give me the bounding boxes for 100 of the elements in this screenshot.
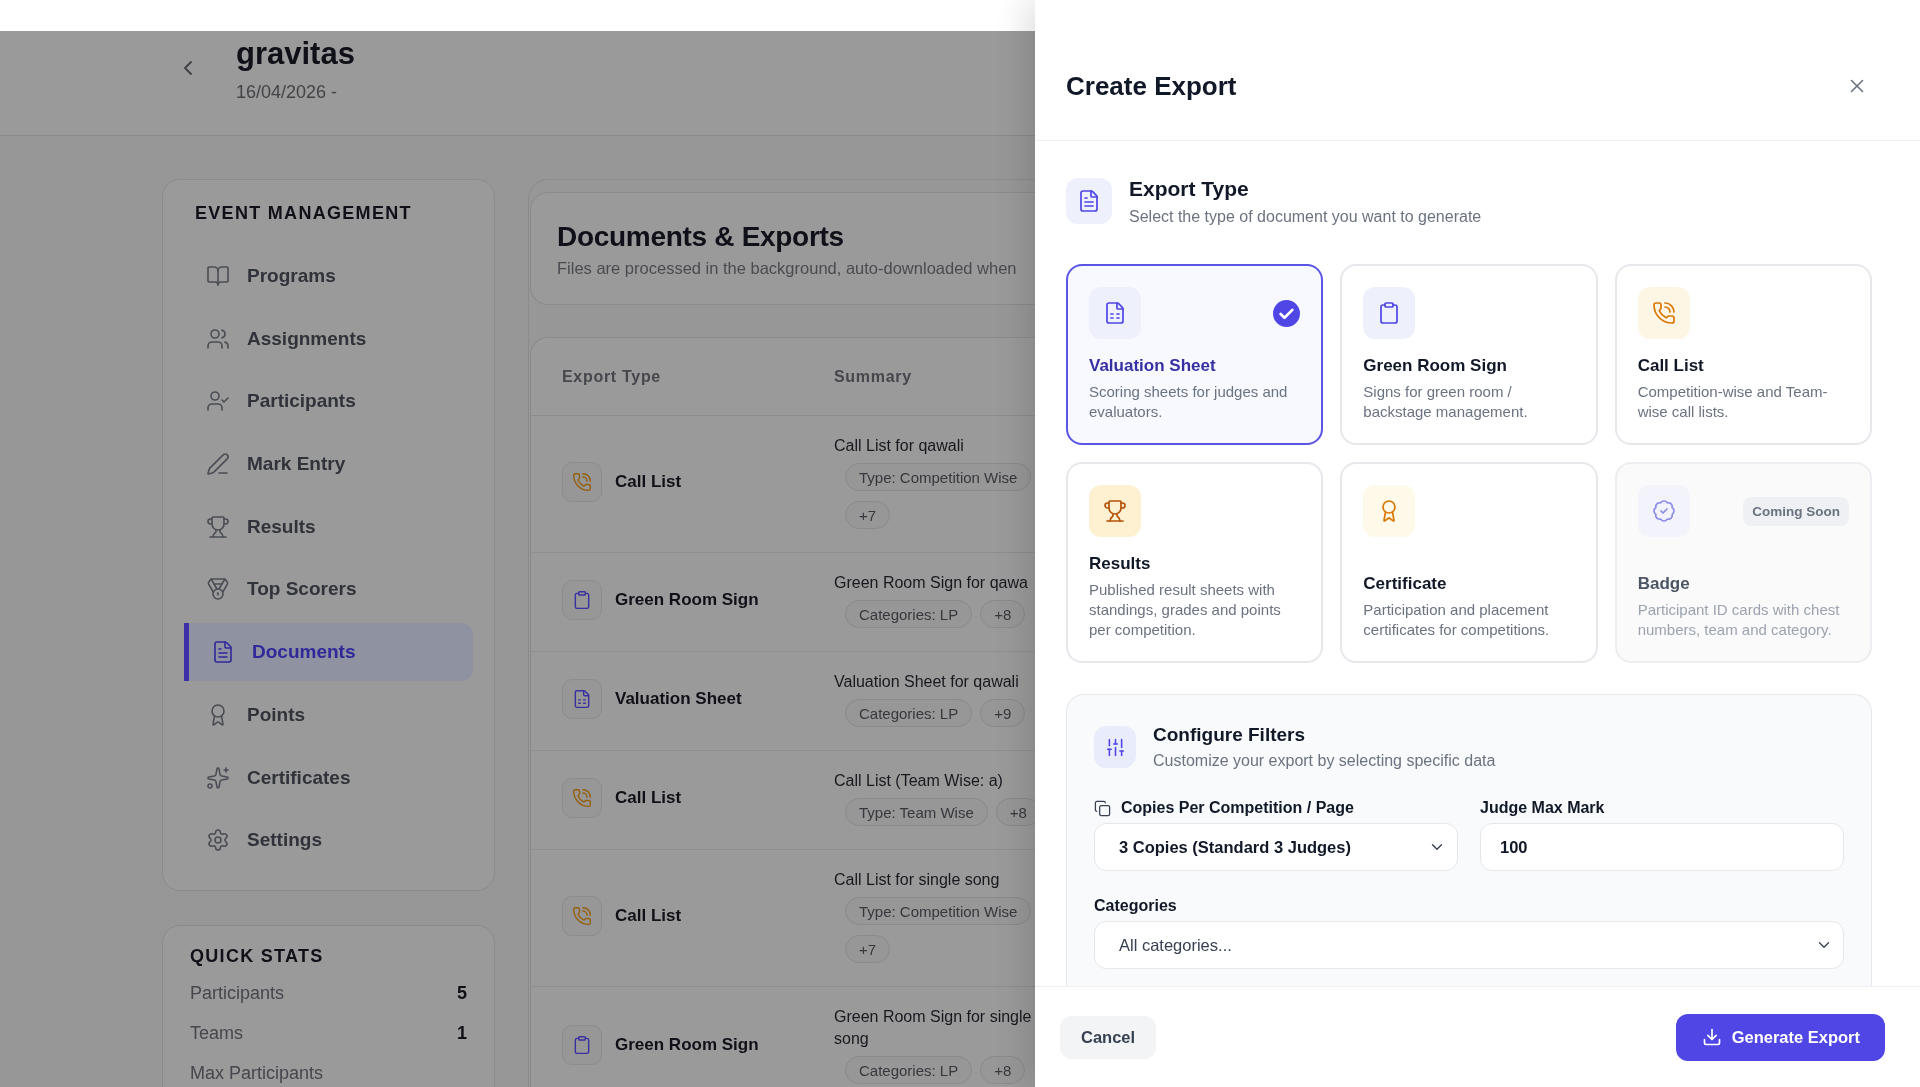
max-mark-input[interactable]: 100 bbox=[1480, 823, 1844, 871]
trophy-icon bbox=[206, 514, 230, 539]
spreadsheet-icon bbox=[1089, 287, 1141, 339]
settings-icon bbox=[206, 828, 230, 853]
copy-icon bbox=[1094, 799, 1111, 817]
quick-stats-heading: QUICK STATS bbox=[190, 944, 325, 967]
export-option-card[interactable]: Call List Competition-wise and Team-wise call lists. bbox=[1614, 264, 1872, 445]
export-type-name: Call List bbox=[615, 472, 682, 492]
phone-icon bbox=[562, 462, 602, 502]
option-title: Call List bbox=[1637, 355, 1705, 377]
option-title: Certificate bbox=[1363, 573, 1448, 595]
summary-tag: Type: Competition Wise bbox=[845, 463, 1032, 491]
summary-tag: Categories: LP bbox=[845, 1056, 973, 1084]
generate-export-button[interactable]: Generate Export bbox=[1675, 1013, 1885, 1061]
stat-label: Max Participants bbox=[190, 1063, 324, 1085]
event-title: gravitas bbox=[236, 36, 355, 72]
summary-tag: Type: Team Wise bbox=[845, 798, 988, 826]
summary-tag: +8 bbox=[995, 798, 1035, 826]
sliders-icon bbox=[1094, 726, 1136, 768]
coming-soon-badge: Coming Soon bbox=[1743, 496, 1849, 526]
download-icon bbox=[1701, 1027, 1722, 1047]
clipboard-icon bbox=[562, 1025, 602, 1065]
option-title: Green Room Sign bbox=[1363, 355, 1508, 377]
clipboard-icon bbox=[1363, 287, 1416, 339]
summary-tag: +8 bbox=[980, 1056, 1026, 1084]
summary-tag: Categories: LP bbox=[845, 699, 973, 727]
export-option-card[interactable]: Certificate Participation and placement certificates for competitions. bbox=[1340, 462, 1598, 663]
phone-icon bbox=[562, 778, 602, 818]
copies-select[interactable]: 3 Copies (Standard 3 Judges) bbox=[1094, 823, 1458, 871]
summary-title: Call List (Team Wise: a) bbox=[834, 771, 1004, 791]
option-description: Participation and placement certificates for competitions. bbox=[1363, 600, 1551, 640]
export-option-card[interactable]: Green Room Sign Signs for green room / backstage management. bbox=[1340, 264, 1598, 445]
export-type-name: Call List bbox=[615, 788, 682, 808]
summary-tag: Categories: LP bbox=[845, 600, 973, 628]
stat-value: 1 bbox=[457, 1023, 467, 1045]
export-type-name: Call List bbox=[615, 906, 682, 926]
option-description: Competition-wise and Team-wise call lists. bbox=[1637, 382, 1829, 422]
user-check-icon bbox=[206, 389, 230, 414]
pen-icon bbox=[206, 452, 230, 477]
sidebar-item[interactable]: Points bbox=[184, 685, 473, 744]
book-icon bbox=[206, 264, 230, 288]
option-description: Participant ID cards with chest numbers, team and category. bbox=[1637, 600, 1841, 640]
check-circle-icon bbox=[1273, 299, 1301, 327]
sidebar-item[interactable]: Programs bbox=[184, 247, 473, 305]
export-type-name: Green Room Sign bbox=[615, 590, 759, 610]
summary-title: Valuation Sheet for qawali bbox=[834, 672, 1020, 692]
field-label: Categories bbox=[1094, 896, 1177, 916]
summary-title: Call List for qawali bbox=[834, 436, 965, 456]
sidebar-item[interactable]: Settings bbox=[184, 811, 473, 870]
award-icon bbox=[1363, 485, 1416, 537]
clipboard-icon bbox=[562, 580, 602, 620]
document-icon bbox=[1066, 178, 1112, 224]
section-subtitle: Select the type of document you want to generate bbox=[1129, 207, 1482, 227]
sidebar-item[interactable]: Assignments bbox=[184, 309, 473, 368]
stat-value: 5 bbox=[457, 983, 467, 1005]
summary-tag: +7 bbox=[845, 935, 891, 963]
option-title: Badge bbox=[1637, 573, 1691, 595]
sidebar-item[interactable]: Documents bbox=[184, 623, 473, 682]
column-header: Export Type bbox=[562, 367, 661, 385]
phone-icon bbox=[562, 896, 602, 936]
cancel-button[interactable]: Cancel bbox=[1060, 1015, 1157, 1059]
column-header: Summary bbox=[834, 367, 912, 385]
trophy-icon bbox=[1089, 485, 1141, 537]
summary-title: Call List for single song bbox=[834, 870, 1001, 890]
export-type-name: Valuation Sheet bbox=[615, 689, 742, 709]
drawer-title: Create Export bbox=[1066, 70, 1237, 103]
filters-title: Configure Filters bbox=[1153, 724, 1306, 746]
page-title: Documents & Exports bbox=[557, 220, 845, 254]
section-title: Export Type bbox=[1129, 177, 1250, 201]
sidebar-item[interactable]: Participants bbox=[184, 372, 473, 431]
spreadsheet-icon bbox=[562, 679, 602, 719]
option-description: Signs for green room / backstage management. bbox=[1363, 382, 1529, 422]
option-title: Valuation Sheet bbox=[1089, 355, 1217, 377]
option-title: Results bbox=[1089, 553, 1152, 575]
summary-tag: +8 bbox=[980, 600, 1026, 628]
summary-title: Green Room Sign for qawa bbox=[834, 573, 1029, 593]
sidebar-heading: EVENT MANAGEMENT bbox=[194, 202, 413, 224]
categories-select[interactable]: All categories... bbox=[1094, 921, 1844, 969]
summary-tag: Type: Competition Wise bbox=[845, 897, 1032, 925]
event-date: 16/04/2026 - bbox=[236, 81, 339, 104]
sidebar-item[interactable]: Results bbox=[184, 497, 473, 556]
stat-label: Teams bbox=[190, 1023, 243, 1045]
field-label: Copies Per Competition / Page bbox=[1121, 798, 1354, 818]
sidebar-item[interactable]: Mark Entry bbox=[184, 435, 473, 494]
medal-icon bbox=[206, 577, 230, 602]
export-option-card[interactable]: Results Published result sheets with standings, grades and points per competition. bbox=[1066, 462, 1324, 663]
summary-title: Green Room Sign for single song bbox=[834, 1007, 1033, 1049]
phone-icon bbox=[1637, 287, 1690, 339]
filters-subtitle: Customize your export by selecting specific data bbox=[1153, 751, 1496, 771]
export-option-card[interactable]: Valuation Sheet Scoring sheets for judges and evaluators. bbox=[1066, 264, 1324, 445]
document-icon bbox=[211, 640, 235, 665]
sidebar-item[interactable]: Top Scorers bbox=[184, 560, 473, 619]
page-subtitle: Files are processed in the background, auto-downloaded when bbox=[557, 258, 1018, 279]
field-label: Judge Max Mark bbox=[1480, 798, 1605, 818]
option-description: Published result sheets with standings, grades and points per competition. bbox=[1089, 580, 1282, 640]
summary-tag: +7 bbox=[845, 501, 891, 529]
sidebar-item[interactable]: Certificates bbox=[184, 748, 473, 807]
export-type-name: Green Room Sign bbox=[615, 1035, 759, 1055]
summary-tag: +9 bbox=[980, 699, 1026, 727]
sparkles-icon bbox=[206, 765, 230, 790]
